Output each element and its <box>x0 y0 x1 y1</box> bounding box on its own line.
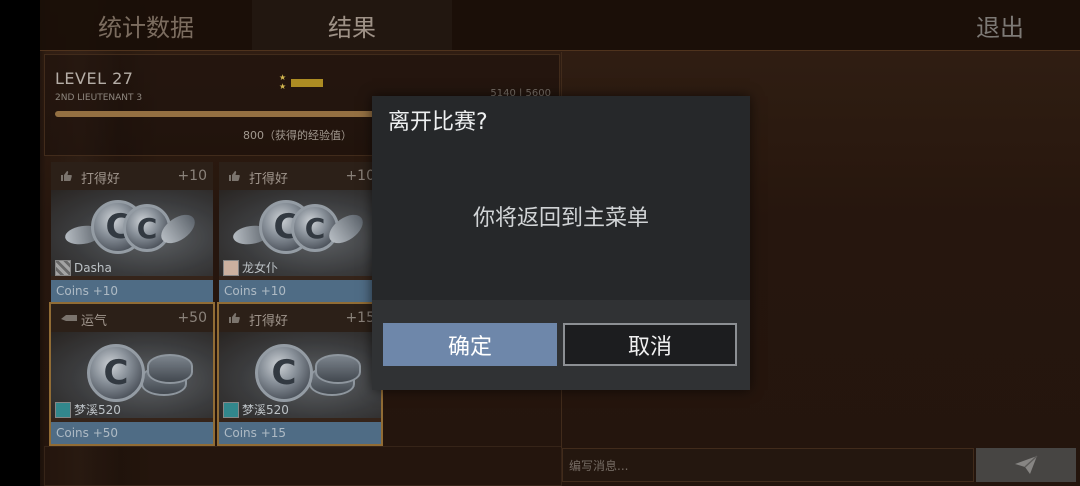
cancel-button[interactable]: 取消 <box>563 323 737 366</box>
confirm-button[interactable]: 确定 <box>383 323 557 366</box>
dialog-title: 离开比赛? <box>388 110 488 135</box>
dialog-message: 你将返回到主菜单 <box>472 206 649 231</box>
dialog-footer: 确定 取消 <box>372 300 750 390</box>
leave-match-dialog: 离开比赛? 你将返回到主菜单 确定 取消 <box>372 96 750 390</box>
